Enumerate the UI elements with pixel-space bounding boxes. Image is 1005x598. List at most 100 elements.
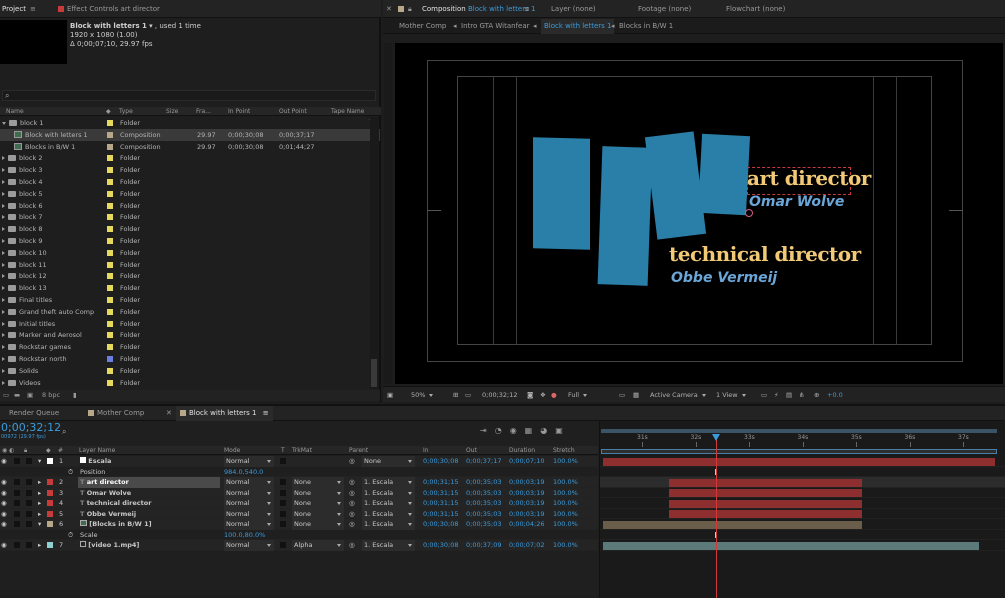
parent-select[interactable]: 1. Escala [362,508,415,519]
label-swatch[interactable] [107,155,113,162]
layer-row[interactable]: ◉ ▸ 3 T Omar Wolve Normal None ◎ 1. Escala 0;00;… [0,487,598,499]
trkmat-select[interactable]: None [292,498,344,509]
layer-in[interactable]: 0;00;30;08 [423,519,459,530]
label-swatch[interactable] [107,226,113,233]
parent-select[interactable]: None [362,456,415,467]
close-icon[interactable]: ✕ [166,406,172,421]
layer-out[interactable]: 0;00;37;09 [466,540,502,551]
blend-mode-select[interactable]: Normal [224,498,274,509]
chevron-right-icon[interactable] [2,191,5,196]
layer-color-swatch[interactable] [47,500,53,506]
work-area-bar[interactable] [601,429,997,433]
lock-box[interactable] [26,521,32,527]
pick-whip-icon[interactable]: ◎ [349,509,355,520]
layer-duration[interactable]: 0;00;04;26 [509,519,545,530]
frame-blend-icon[interactable]: ▦ [525,426,541,435]
trkmat-select[interactable]: Alpha [292,540,344,551]
property-row[interactable]: ⏱︎ Position 984.0,540.0 [0,466,598,478]
layer-in[interactable]: 0;00;31;15 [423,509,459,520]
layer-color-swatch[interactable] [47,510,53,517]
project-item[interactable]: Final titles Folder [0,294,380,306]
comp-nav-0[interactable]: Mother Comp [399,19,446,34]
blend-mode-select[interactable]: Normal [224,540,274,551]
pixel-aspect-icon[interactable]: ▭ [761,387,767,403]
layer-row[interactable]: ◉ ▸ 7 [video 1.mp4] Normal Alpha ◎ 1. Escala 0;… [0,540,598,551]
eye-icon[interactable]: ◉ [1,488,7,499]
color-channels-icon[interactable]: ● [551,387,557,403]
label-swatch[interactable] [107,190,113,197]
trkmat-select[interactable]: None [292,519,344,530]
layer-stretch[interactable]: 100.0% [553,519,578,530]
tab-layer[interactable]: Layer (none) [551,0,596,18]
chevron-right-icon[interactable]: ▸ [38,477,41,488]
zoom-select[interactable]: 50% [411,387,434,403]
layer-stretch[interactable]: 100.0% [553,509,578,520]
chevron-right-icon[interactable] [2,286,5,291]
col-trkmat[interactable]: TrkMat [292,446,312,455]
layer-duration-bar[interactable] [603,520,862,529]
chevron-right-icon[interactable] [2,203,5,208]
chevron-right-icon[interactable] [2,380,5,385]
col-in[interactable]: In [423,446,429,455]
solo-box[interactable] [14,458,20,464]
project-item[interactable]: Marker and Aerosol Folder [0,329,380,341]
project-item[interactable]: block 10 Folder [0,247,380,259]
property-value[interactable]: 100.0,80.0% [224,530,265,541]
project-item[interactable]: block 12 Folder [0,270,380,282]
parent-select[interactable]: 1. Escala [362,519,415,530]
solo-box[interactable] [14,500,20,506]
project-item[interactable]: Blocks in B/W 1 Composition 29.97 0;00;30;0… [0,141,380,153]
label-swatch[interactable] [107,120,113,126]
layer-row[interactable]: ◉ ▸ 2 T art director Normal None ◎ 1. Escala 0;0… [0,477,598,488]
property-row[interactable]: ⏱︎ Scale 100.0,80.0% [0,529,598,541]
fast-preview-icon[interactable]: ⚡︎ [774,387,779,403]
lock-icon[interactable]: 🔒︎ [408,0,412,18]
solo-box[interactable] [14,510,20,517]
timeline-search-input[interactable]: ⌕ [62,427,122,437]
label-swatch[interactable] [107,297,113,303]
layer-row[interactable]: ◉ ▸ 4 T technical director Normal None ◎ 1. Esc… [0,498,598,509]
current-time-indicator[interactable]: 0;00;32;12 [1,422,61,434]
col-type[interactable]: Type [119,107,133,116]
project-search-input[interactable]: ⌕ [2,90,376,101]
chevron-right-icon[interactable] [2,250,5,255]
col-layer-name[interactable]: Layer Name [79,446,115,455]
layer-duration-bar[interactable] [603,457,995,466]
layer-duration-bar[interactable] [603,541,979,550]
col-mode[interactable]: Mode [224,446,240,455]
col-t[interactable]: T [281,446,285,455]
views-select[interactable]: 1 View [716,387,746,403]
project-item[interactable]: block 7 Folder [0,211,380,223]
layer-out[interactable]: 0;00;35;03 [466,488,502,499]
project-item[interactable]: block 13 Folder [0,282,380,294]
preserve-transparency-box[interactable] [280,458,286,464]
panel-menu-icon[interactable]: ≡ [30,0,36,18]
project-item[interactable]: block 11 Folder [0,259,380,271]
label-swatch[interactable] [107,214,113,221]
project-item[interactable]: block 1 Folder [0,117,380,129]
project-item[interactable]: Rockstar games Folder [0,341,380,353]
layer-color-swatch[interactable] [47,479,53,485]
transparency-grid-icon[interactable]: ▦ [633,387,639,403]
always-preview-icon[interactable]: ▣ [387,387,393,403]
eye-icon[interactable]: ◉ [1,540,7,551]
col-parent[interactable]: Parent [349,446,368,455]
property-value[interactable]: 984.0,540.0 [224,467,263,478]
layer-color-swatch[interactable] [47,489,53,496]
tab-composition[interactable] [398,0,407,18]
preserve-transparency-box[interactable] [280,521,286,527]
chevron-right-icon[interactable] [2,368,5,373]
chevron-right-icon[interactable] [2,333,5,338]
label-swatch[interactable] [107,249,113,256]
tab-block-with-letters[interactable]: Block with letters 1 ≡ [176,406,273,421]
chevron-right-icon[interactable] [2,345,5,350]
layer-duration-bar[interactable] [669,478,862,487]
lock-box[interactable] [26,542,32,548]
solo-box[interactable] [14,489,20,496]
layer-name[interactable]: T art director [78,477,220,488]
tab-effect-controls[interactable]: Effect Controls art director [58,0,160,18]
layer-name[interactable]: [Blocks in B/W 1] [78,519,220,530]
col-size[interactable]: Size [166,107,178,116]
playhead[interactable] [716,434,717,598]
comp-nav-2[interactable]: Block with letters 1 [541,19,615,34]
